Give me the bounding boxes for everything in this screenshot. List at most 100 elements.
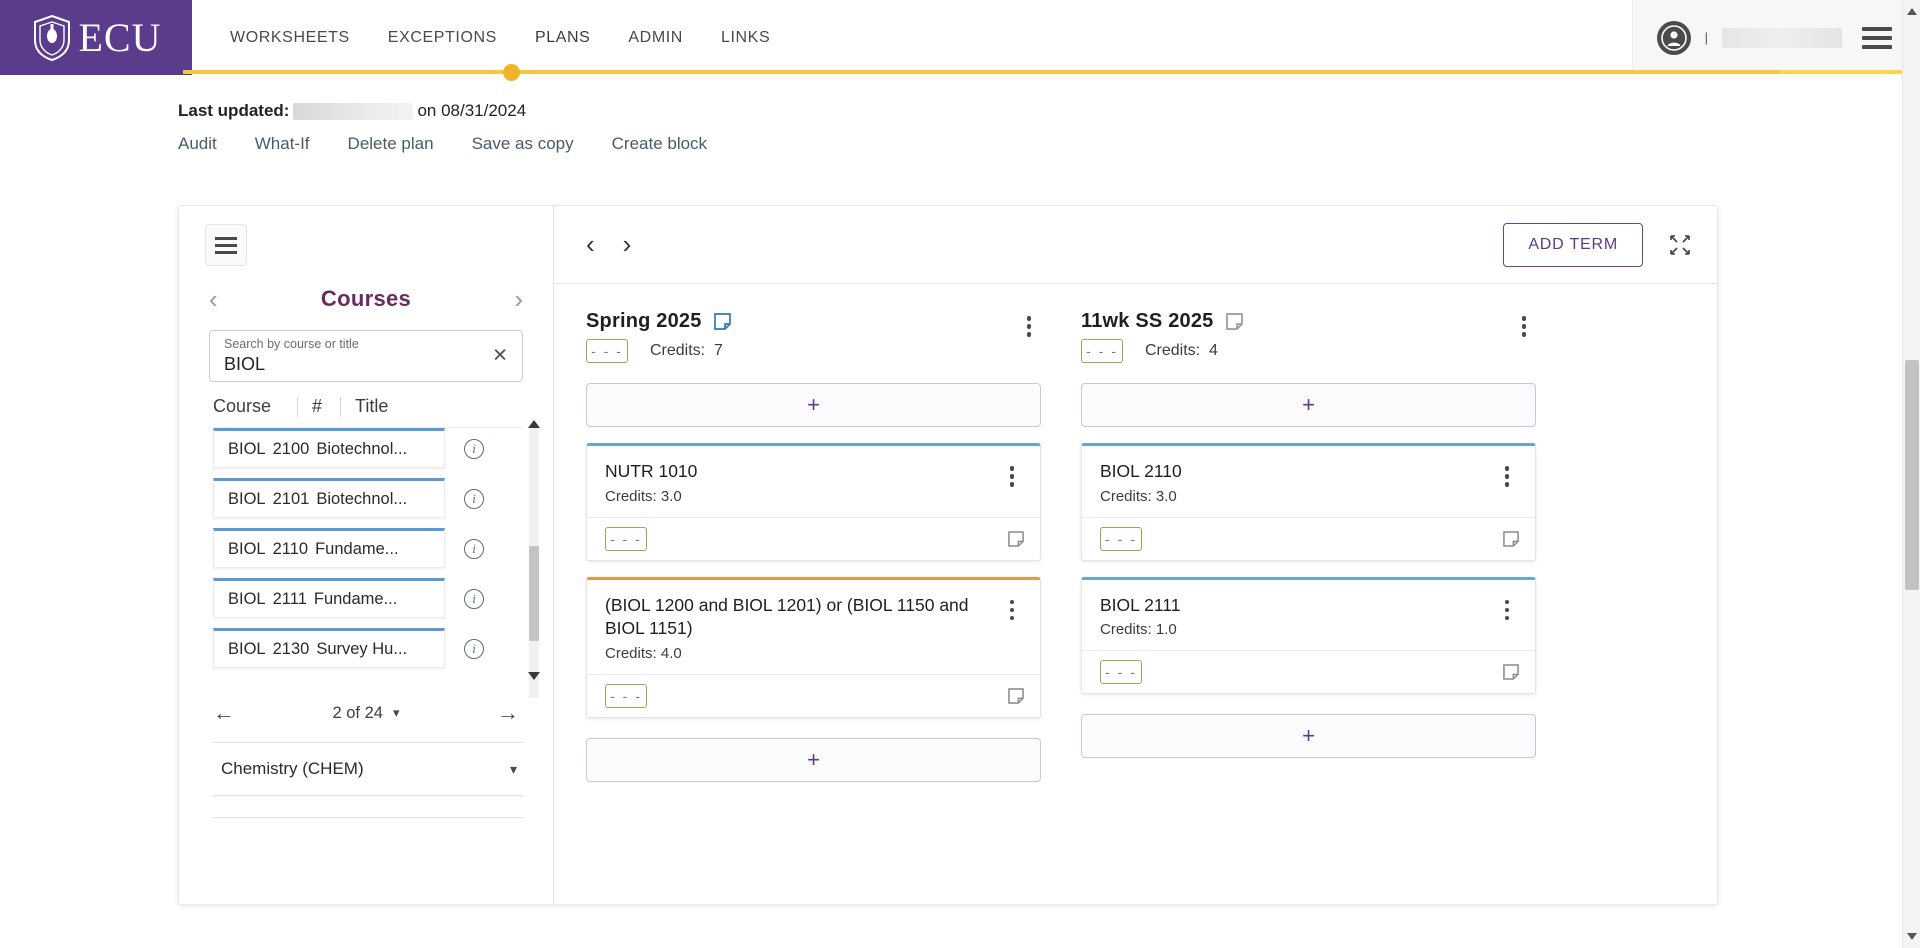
add-course-icon[interactable]: + [586, 383, 1041, 427]
page-indicator[interactable]: 2 of 24 ▾ [333, 704, 400, 723]
kebab-menu-icon[interactable] [1000, 594, 1025, 627]
main-nav: WORKSHEETS EXCEPTIONS PLANS ADMIN LINKS [192, 0, 1632, 75]
term-credits-value: 4 [1209, 342, 1218, 359]
scrollbar-thumb[interactable] [1905, 360, 1919, 590]
course-title: Biotechnol... [316, 439, 408, 458]
course-card-credits: Credits: 3.0 [1100, 488, 1182, 505]
course-card-title: BIOL 2111 [1100, 594, 1181, 615]
clear-icon[interactable]: ✕ [492, 345, 508, 368]
list-item[interactable]: BIOL 2130 Survey Hu... i [213, 628, 484, 668]
course-card[interactable]: NUTR 1010 Credits: 3.0 - - - [586, 443, 1041, 561]
course-number: 2111 [272, 589, 307, 608]
chevron-right-icon[interactable]: › [514, 286, 523, 312]
course-card-badge[interactable]: - - - [605, 683, 647, 708]
last-updated-label: Last updated: [178, 101, 290, 120]
chevron-down-icon[interactable]: ▾ [510, 761, 517, 778]
list-item[interactable]: BIOL 2111 Fundame... i [213, 578, 484, 618]
link-save-as-copy[interactable]: Save as copy [472, 134, 574, 154]
info-icon[interactable]: i [464, 589, 484, 609]
page-scrollbar[interactable] [1902, 0, 1920, 948]
course-card-credits-value: 3.0 [660, 487, 682, 505]
course-card[interactable]: (BIOL 1200 and BIOL 1201) or (BIOL 1150 … [586, 576, 1041, 718]
term-note-icon[interactable] [713, 313, 731, 330]
kebab-menu-icon[interactable] [1017, 310, 1042, 343]
link-audit[interactable]: Audit [178, 134, 217, 154]
course-card-credits: Credits: 1.0 [1100, 621, 1180, 638]
nav-item-exceptions[interactable]: EXCEPTIONS [388, 25, 497, 51]
course-card-title: BIOL 2110 [1100, 461, 1182, 481]
list-item[interactable]: BIOL 2110 Fundame... i [213, 528, 484, 568]
search-input[interactable]: Search by course or title BIOL ✕ [209, 330, 523, 382]
sidebar-item-chemistry[interactable]: Chemistry (CHEM) ▾ [213, 742, 523, 796]
course-subject: BIOL [228, 439, 266, 458]
expand-collapse-icon[interactable] [1669, 234, 1691, 256]
info-icon[interactable]: i [464, 539, 484, 559]
kebab-menu-icon[interactable] [1495, 594, 1520, 627]
link-delete-plan[interactable]: Delete plan [348, 134, 434, 154]
scroll-up-icon[interactable] [1907, 8, 1917, 15]
nav-item-links[interactable]: LINKS [721, 25, 770, 51]
term-status-badge[interactable]: - - - [1081, 339, 1123, 363]
course-card-credits: Credits: 4.0 [605, 645, 1000, 662]
info-icon[interactable]: i [464, 439, 484, 459]
nav-item-admin[interactable]: ADMIN [628, 25, 683, 51]
hamburger-menu-icon[interactable] [1862, 26, 1892, 49]
nav-item-worksheets[interactable]: WORKSHEETS [230, 25, 350, 51]
course-card-badge[interactable]: - - - [605, 526, 647, 551]
course-list-scrollbar[interactable] [529, 428, 539, 698]
card-note-icon[interactable] [1503, 664, 1519, 681]
list-item[interactable]: BIOL 2101 Biotechnol... i [213, 478, 484, 518]
scrollbar-thumb[interactable] [529, 546, 539, 641]
user-area[interactable]: | [1631, 0, 1920, 75]
term-status-badge[interactable]: - - - [586, 339, 628, 363]
card-note-icon[interactable] [1008, 530, 1024, 547]
kebab-menu-icon[interactable] [1512, 310, 1537, 343]
term-credits: Credits: 7 [650, 342, 723, 360]
link-what-if[interactable]: What-If [255, 134, 310, 154]
terms-next-icon[interactable]: › [623, 229, 632, 260]
course-card[interactable]: BIOL 2110 Credits: 3.0 - - - [1081, 443, 1536, 561]
kebab-menu-icon[interactable] [1000, 460, 1025, 493]
scroll-down-icon[interactable] [528, 672, 540, 680]
add-term-button[interactable]: ADD TERM [1503, 222, 1643, 267]
add-course-icon[interactable]: + [1081, 383, 1536, 427]
subject-label: Chemistry (CHEM) [221, 759, 364, 778]
course-number: 2110 [272, 539, 309, 558]
page-indicator-label: 2 of 24 [332, 703, 383, 722]
card-note-icon[interactable] [1008, 688, 1024, 704]
course-subject: BIOL [228, 539, 266, 558]
course-title: Survey Hu... [316, 639, 408, 658]
card-note-icon[interactable] [1503, 530, 1519, 547]
chevron-left-icon[interactable]: ‹ [209, 286, 218, 312]
kebab-menu-icon[interactable] [1495, 460, 1520, 493]
course-subject: BIOL [228, 589, 266, 608]
course-title: Fundame... [315, 539, 399, 558]
panel-toggle-icon[interactable] [205, 224, 247, 266]
course-subject: BIOL [228, 639, 266, 658]
arrow-right-icon[interactable]: → [497, 700, 519, 726]
terms-prev-icon[interactable]: ‹ [586, 229, 595, 260]
term-note-icon[interactable] [1225, 313, 1243, 330]
course-card[interactable]: BIOL 2111 Credits: 1.0 - - - [1081, 576, 1536, 695]
course-card-credits-value: 4.0 [660, 644, 682, 662]
sidebar-item-next[interactable] [213, 796, 523, 818]
terms-container: Spring 2025 - - - Credits: 7 + NUTR 1010… [554, 284, 1717, 782]
course-card-badge[interactable]: - - - [1100, 660, 1142, 685]
plan-toolbar: ‹ › ADD TERM [554, 206, 1717, 284]
link-create-block[interactable]: Create block [612, 134, 707, 154]
info-icon[interactable]: i [464, 489, 484, 509]
chevron-down-icon[interactable]: ▾ [393, 705, 400, 721]
ecu-logo[interactable]: ECU [0, 0, 192, 75]
add-course-icon[interactable]: + [1081, 714, 1536, 759]
term-credits: Credits: 4 [1145, 342, 1218, 360]
course-card-badge[interactable]: - - - [1100, 526, 1142, 551]
arrow-left-icon[interactable]: ← [213, 700, 235, 726]
info-icon[interactable]: i [464, 639, 484, 659]
search-input-label: Search by course or title [224, 337, 359, 351]
ecu-shield-icon [31, 14, 73, 62]
list-item[interactable]: BIOL 2100 Biotechnol... i [213, 428, 484, 468]
scroll-down-icon[interactable] [1907, 933, 1917, 940]
scroll-up-icon[interactable] [528, 420, 540, 428]
add-course-icon[interactable]: + [586, 737, 1041, 782]
nav-item-plans[interactable]: PLANS [535, 25, 590, 51]
